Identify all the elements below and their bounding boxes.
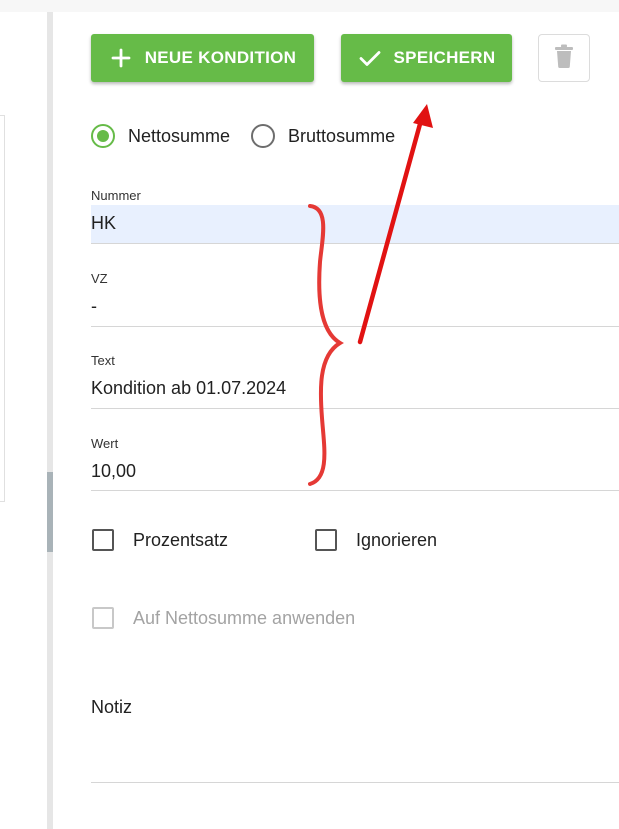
save-label: SPEICHERN bbox=[393, 48, 496, 67]
pane-divider-scrollbar[interactable] bbox=[47, 12, 53, 829]
notiz-field[interactable] bbox=[91, 782, 619, 783]
wert-label: Wert bbox=[91, 436, 119, 451]
arrow-head-icon bbox=[413, 104, 433, 128]
radio-nettosumme[interactable] bbox=[91, 124, 115, 148]
plus-icon bbox=[109, 46, 133, 70]
text-value[interactable]: Kondition ab 01.07.2024 bbox=[91, 378, 286, 399]
ignorieren-label: Ignorieren bbox=[356, 530, 438, 550]
sum-type-radio-group: Nettosumme Bruttosumme bbox=[91, 123, 395, 149]
prozentsatz-label: Prozentsatz bbox=[133, 530, 229, 550]
nummer-input-highlight bbox=[91, 205, 619, 243]
vz-field[interactable]: VZ - bbox=[91, 269, 619, 327]
vz-label: VZ bbox=[91, 271, 108, 286]
radio-bruttosumme[interactable] bbox=[251, 124, 276, 148]
trash-icon bbox=[554, 44, 574, 73]
radio-nettosumme-label: Nettosumme bbox=[128, 125, 231, 146]
notiz-label: Notiz bbox=[91, 697, 133, 717]
nummer-field[interactable]: Nummer HK bbox=[91, 186, 619, 244]
new-condition-label: NEUE KONDITION bbox=[144, 48, 297, 67]
left-card-edge bbox=[0, 115, 5, 502]
vz-value[interactable]: - bbox=[91, 296, 97, 317]
text-field[interactable]: Text Kondition ab 01.07.2024 bbox=[91, 351, 619, 409]
wert-value[interactable]: 10,00 bbox=[91, 461, 136, 482]
ignorieren-checkbox[interactable] bbox=[315, 529, 337, 551]
text-label: Text bbox=[91, 353, 115, 368]
scrollbar-thumb[interactable] bbox=[47, 472, 53, 552]
prozentsatz-checkbox[interactable] bbox=[92, 529, 114, 551]
save-button[interactable]: SPEICHERN bbox=[341, 34, 512, 82]
wert-field[interactable]: Wert 10,00 bbox=[91, 434, 619, 492]
new-condition-button[interactable]: NEUE KONDITION bbox=[91, 34, 314, 82]
nummer-label: Nummer bbox=[91, 188, 141, 203]
left-pane bbox=[0, 12, 47, 829]
nummer-value[interactable]: HK bbox=[91, 213, 116, 234]
delete-button[interactable] bbox=[538, 34, 590, 82]
auf-nettosumme-checkbox bbox=[92, 607, 114, 629]
top-strip bbox=[0, 0, 619, 12]
radio-bruttosumme-label: Bruttosumme bbox=[288, 125, 396, 146]
check-icon bbox=[358, 46, 382, 70]
auf-nettosumme-label: Auf Nettosumme anwenden bbox=[133, 608, 356, 628]
